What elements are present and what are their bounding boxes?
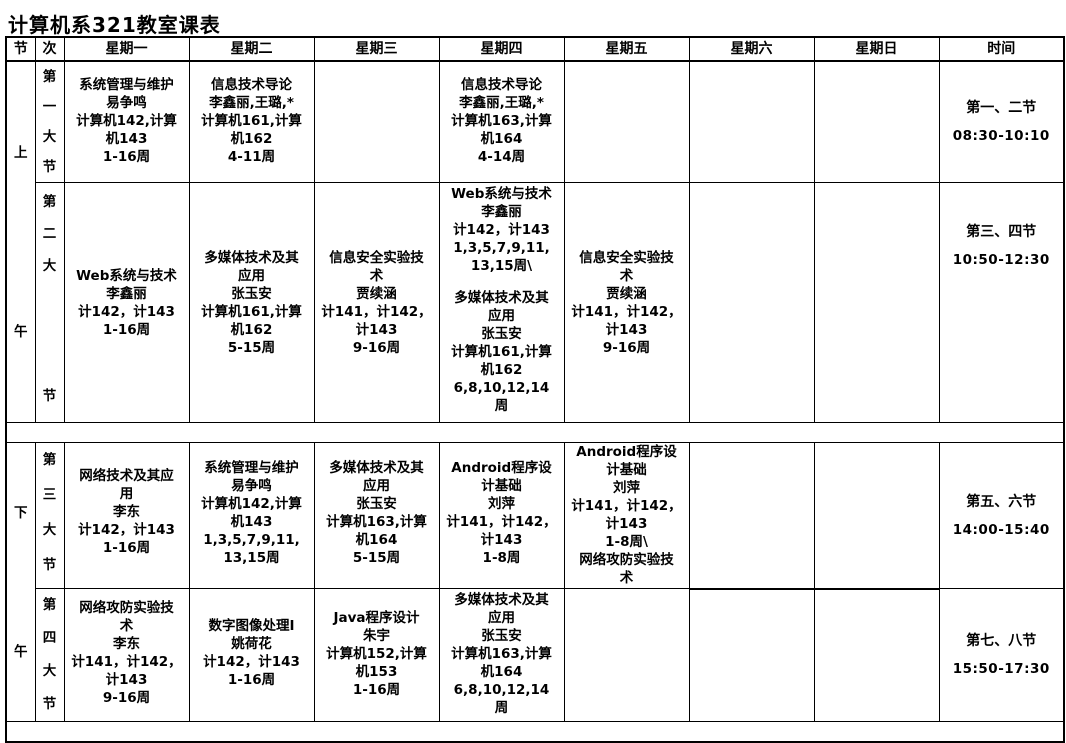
footer-blank-row xyxy=(5,721,1065,743)
schedule-table: 节 次 星期一 星期二 星期三 星期四 星期五 星期六 星期日 时间 上 午 第… xyxy=(5,36,1065,743)
cell-p1-wed[interactable] xyxy=(313,60,440,183)
time-cell-4: 第七、八节 15:50-17:30 xyxy=(938,588,1065,722)
cell-p3-wed[interactable]: 多媒体技术及其 应用 张玉安 计算机163,计算 机164 5-15周 xyxy=(313,441,440,590)
cell-p4-thu[interactable]: 多媒体技术及其 应用 张玉安 计算机163,计算 机164 6,8,10,12,… xyxy=(438,588,565,722)
cell-p2-wed[interactable]: 信息安全实验技 术 贾续涵 计141，计142， 计143 9-16周 xyxy=(313,182,440,423)
cell-p2-fri[interactable]: 信息安全实验技 术 贾续涵 计141，计142， 计143 9-16周 xyxy=(563,182,690,423)
header-fri: 星期五 xyxy=(563,36,690,62)
period-row-3: 下 午 第 三 大 节 网络技术及其应 用 李东 计142，计143 1-16周… xyxy=(5,441,1065,722)
cell-p2-tue[interactable]: 多媒体技术及其 应用 张玉安 计算机161,计算 机162 5-15周 xyxy=(188,182,315,423)
header-sun: 星期日 xyxy=(813,36,940,62)
period-label-2: 第 二 大 节 xyxy=(34,182,65,423)
cell-p2-thu[interactable]: Web系统与技术 李鑫丽 计142，计143 1,3,5,7,9,11, 13,… xyxy=(438,182,565,423)
cell-p3-sat[interactable] xyxy=(688,441,815,590)
page-title: 计算机系321教室课表 xyxy=(8,13,221,37)
cell-p3-sun[interactable] xyxy=(813,441,940,590)
footer-blank xyxy=(5,721,1065,743)
header-row: 节 次 星期一 星期二 星期三 星期四 星期五 星期六 星期日 时间 xyxy=(5,36,1065,62)
cell-p4-sat[interactable] xyxy=(688,588,815,722)
time-range-2: 10:50-12:30 xyxy=(952,252,1050,268)
time-cell-1: 第一、二节 08:30-10:10 xyxy=(938,60,1065,183)
time-name-1: 第一、二节 xyxy=(966,100,1037,116)
period-label-4: 第 四 大 节 xyxy=(34,588,65,722)
cell-p1-thu[interactable]: 信息技术导论 李鑫丽,王璐,* 计算机163,计算 机164 4-14周 xyxy=(438,60,565,183)
period-row-1: 上 午 第 一 大 节 系统管理与维护 易争鸣 计算机142,计算 机143 1… xyxy=(5,60,1065,423)
period-row-2: 第 二 大 节 Web系统与技术 李鑫丽 计142，计143 1-16周 多媒体… xyxy=(6,182,1065,423)
cell-p4-fri[interactable] xyxy=(563,588,690,722)
header-mon: 星期一 xyxy=(63,36,190,62)
cell-p1-fri[interactable] xyxy=(563,60,690,183)
cell-p4-mon[interactable]: 网络攻防实验技 术 李东 计141，计142， 计143 9-16周 xyxy=(63,588,190,722)
cell-p1-mon[interactable]: 系统管理与维护 易争鸣 计算机142,计算 机143 1-16周 xyxy=(63,60,190,183)
header-thu: 星期四 xyxy=(438,36,565,62)
time-range-3: 14:00-15:40 xyxy=(952,521,1050,538)
morning-label: 上 午 xyxy=(5,60,36,423)
header-jie: 节 xyxy=(5,36,36,62)
header-sat: 星期六 xyxy=(688,36,815,62)
period-label-1: 第 一 大 节 xyxy=(34,60,65,183)
cell-p3-mon[interactable]: 网络技术及其应 用 李东 计142，计143 1-16周 xyxy=(63,441,190,590)
time-name-3: 第五、六节 xyxy=(966,493,1037,510)
time-range-1: 08:30-10:10 xyxy=(952,128,1050,144)
cell-p4-sun[interactable] xyxy=(813,588,940,722)
header-tue: 星期二 xyxy=(188,36,315,62)
header-wed: 星期三 xyxy=(313,36,440,62)
period-label-3: 第 三 大 节 xyxy=(34,441,65,590)
time-name-2: 第三、四节 xyxy=(966,224,1037,240)
cell-p1-sun[interactable] xyxy=(813,60,940,183)
cell-p3-fri[interactable]: Android程序设 计基础 刘萍 计141，计142， 计143 1-8周\ … xyxy=(563,441,690,590)
time-cell-3: 第五、六节 14:00-15:40 xyxy=(938,441,1065,590)
header-ci: 次 xyxy=(34,36,65,62)
afternoon-label: 下 午 xyxy=(5,442,36,722)
period-row-4: 第 四 大 节 网络攻防实验技 术 李东 计141，计142， 计143 9-1… xyxy=(6,588,1065,722)
noon-separator-row xyxy=(5,422,1065,443)
cell-p2-sun[interactable] xyxy=(813,182,940,423)
time-name-4: 第七、八节 xyxy=(966,633,1037,650)
cell-p3-thu[interactable]: Android程序设 计基础 刘萍 计141，计142， 计143 1-8周 xyxy=(438,441,565,590)
noon-separator xyxy=(5,422,1065,443)
cell-p4-tue[interactable]: 数字图像处理I 姚荷花 计142，计143 1-16周 xyxy=(188,588,315,722)
cell-p2-sat[interactable] xyxy=(688,182,815,423)
cell-p3-tue[interactable]: 系统管理与维护 易争鸣 计算机142,计算 机143 1,3,5,7,9,11,… xyxy=(188,441,315,590)
header-time: 时间 xyxy=(938,36,1065,62)
cell-p4-wed[interactable]: Java程序设计 朱宇 计算机152,计算 机153 1-16周 xyxy=(313,588,440,722)
cell-p1-sat[interactable] xyxy=(688,60,815,183)
time-range-4: 15:50-17:30 xyxy=(952,661,1050,678)
cell-p1-tue[interactable]: 信息技术导论 李鑫丽,王璐,* 计算机161,计算 机162 4-11周 xyxy=(188,60,315,183)
time-cell-2: 第三、四节 10:50-12:30 xyxy=(938,182,1065,423)
cell-p2-mon[interactable]: Web系统与技术 李鑫丽 计142，计143 1-16周 xyxy=(63,182,190,423)
